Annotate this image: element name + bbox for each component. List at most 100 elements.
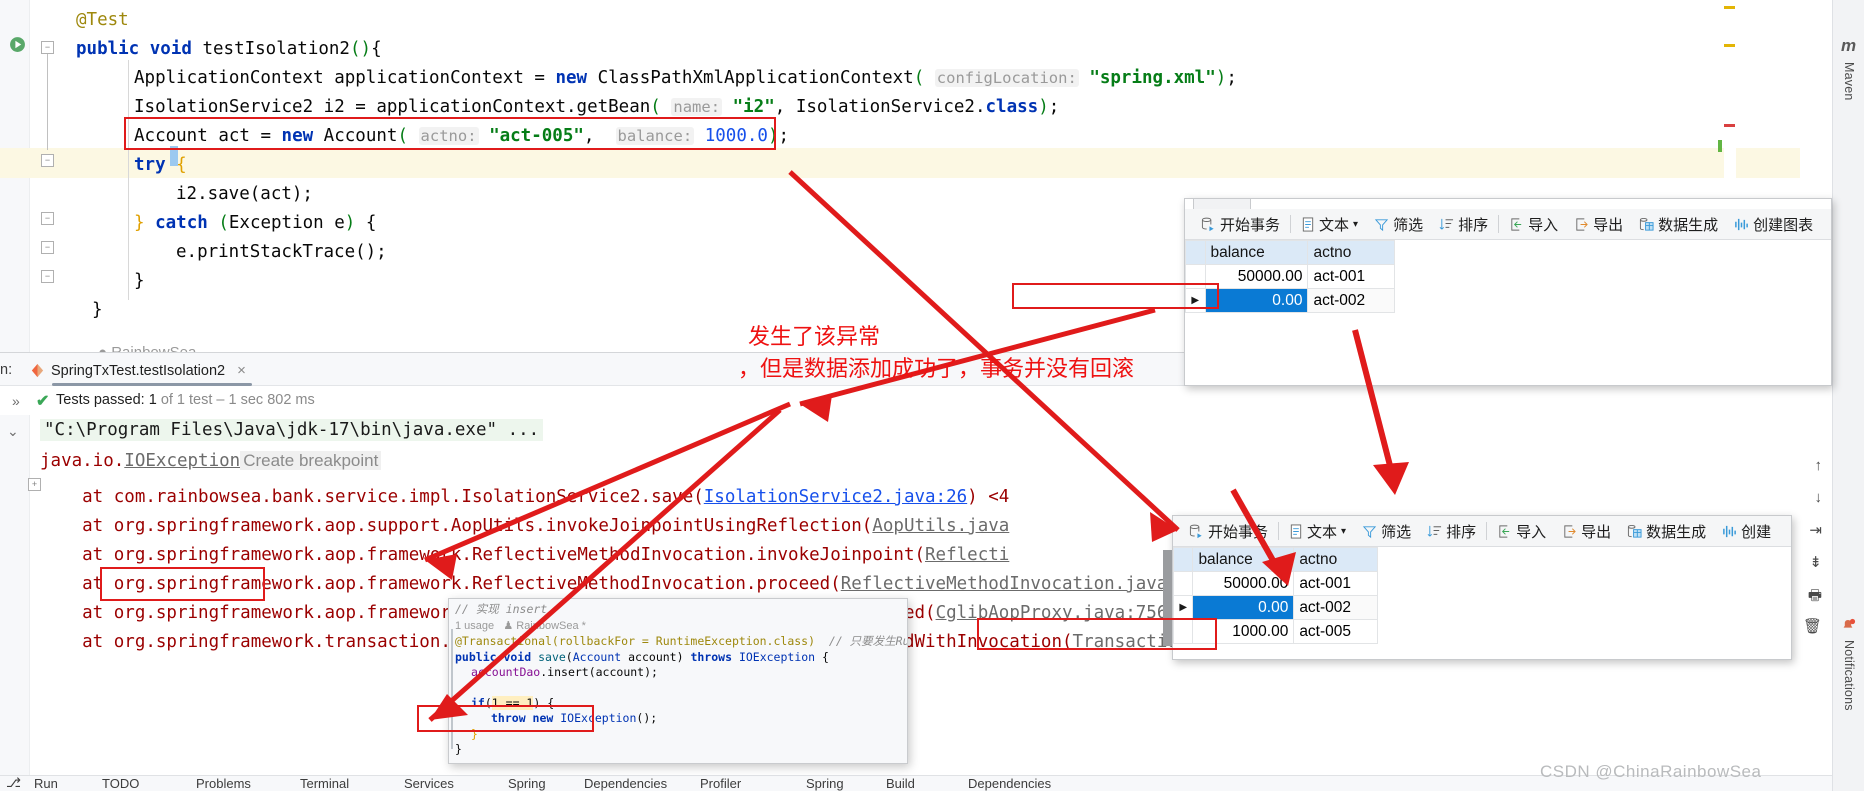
export-icon <box>1576 217 1588 231</box>
git-icon[interactable]: ⎇ <box>6 776 21 791</box>
db-header-row-bottom: balance actno <box>1172 547 1378 572</box>
close-icon[interactable]: × <box>237 362 246 379</box>
cell-actno[interactable]: act-002 <box>1293 595 1378 620</box>
scroll-up-icon[interactable]: ↑ <box>1815 457 1823 474</box>
column-header-balance-bottom[interactable]: balance <box>1192 547 1295 572</box>
tests-passed-label: Tests passed: <box>56 392 145 408</box>
bottom-tab-spring[interactable]: Spring <box>508 776 546 791</box>
bottom-tab-todo[interactable]: TODO <box>102 776 139 791</box>
usage-count-label[interactable]: 1 usage <box>455 620 494 632</box>
cell-balance[interactable]: 50000.00 <box>1192 571 1295 596</box>
bottom-tab-build[interactable]: Build <box>886 776 915 791</box>
bottom-tab-spring-2[interactable]: Spring <box>806 776 844 791</box>
db-data-generate-button-bottom[interactable]: 数据生成 <box>1619 521 1714 542</box>
db-start-transaction-button-bottom[interactable]: 开始事务 <box>1181 521 1276 542</box>
db-import-button-bottom[interactable]: 导入 <box>1489 521 1554 542</box>
db-toolbar-bottom[interactable]: 开始事务 文本 ▾ 筛选 排序 导入 导出 数据生成 创建 <box>1173 516 1791 547</box>
notifications-label[interactable]: Notifications <box>1842 640 1856 711</box>
fold-marker[interactable]: − <box>41 154 54 167</box>
db-export-button-bottom[interactable]: 导出 <box>1554 521 1619 542</box>
code-line-10[interactable]: } <box>134 271 145 291</box>
code-line-11[interactable]: } <box>92 300 103 320</box>
frame-link[interactable]: ReflectiveMethodInvocation.java:163 <box>841 574 1210 594</box>
column-header-actno-bottom[interactable]: actno <box>1293 547 1378 572</box>
db-sort-button-bottom[interactable]: 排序 <box>1419 521 1484 542</box>
db-text-button-top[interactable]: 文本 ▾ <box>1293 214 1366 235</box>
toolbar-separator <box>1278 522 1280 540</box>
table-row[interactable]: ▶ 0.00 act-002 <box>1172 595 1378 620</box>
soft-wrap-icon[interactable]: ⇥ <box>1809 521 1822 539</box>
fold-marker[interactable]: − <box>41 41 54 54</box>
db-create-chart-button-top[interactable]: 创建图表 <box>1726 214 1821 235</box>
chevron-down-icon[interactable]: ▾ <box>1353 219 1358 230</box>
db-start-transaction-button-top[interactable]: 开始事务 <box>1193 214 1288 235</box>
code-line-2[interactable]: public void testIsolation2(){ <box>76 39 382 59</box>
chevron-down-icon[interactable]: ▾ <box>1341 526 1346 537</box>
column-header-balance-top[interactable]: balance <box>1204 240 1309 265</box>
code-line-7[interactable]: i2.save(act); <box>176 184 313 204</box>
bottom-tab-problems[interactable]: Problems <box>196 776 251 791</box>
database-result-panel-bottom[interactable]: 开始事务 文本 ▾ 筛选 排序 导入 导出 数据生成 创建 balance ac… <box>1163 515 1792 660</box>
method-name: testIsolation2 <box>202 39 350 59</box>
text-icon <box>1290 523 1302 539</box>
cell-actno[interactable]: act-005 <box>1293 619 1378 644</box>
bottom-tab-dependencies-2[interactable]: Dependencies <box>968 776 1051 791</box>
error-mark[interactable] <box>1724 124 1735 127</box>
cell-actno[interactable]: act-001 <box>1307 264 1395 289</box>
db-create-chart-button-bottom[interactable]: 创建 <box>1714 521 1779 542</box>
bell-icon[interactable] <box>1840 618 1856 634</box>
code-line-8[interactable]: } catch (Exception e) { <box>134 213 376 233</box>
db-export-button-top[interactable]: 导出 <box>1566 214 1631 235</box>
expand-chevron-icon[interactable]: » <box>12 393 20 409</box>
table-row[interactable]: 50000.00 act-001 <box>1172 571 1378 596</box>
fold-marker[interactable]: − <box>41 241 54 254</box>
warning-mark[interactable] <box>1724 44 1735 47</box>
cell-balance[interactable]: 0.00 <box>1204 288 1309 313</box>
db-import-button-top[interactable]: 导入 <box>1501 214 1566 235</box>
fold-marker[interactable]: − <box>41 212 54 225</box>
bottom-tab-dependencies[interactable]: Dependencies <box>584 776 667 791</box>
bottom-tab-run[interactable]: Run <box>34 776 58 791</box>
cell-balance[interactable]: 0.00 <box>1192 595 1295 620</box>
right-tool-strip[interactable]: m Maven Notifications <box>1832 0 1864 791</box>
fold-marker[interactable]: − <box>41 270 54 283</box>
db-toolbar-top[interactable]: 开始事务 文本 ▾ 筛选 排序 导入 导出 数据生成 创建图表 <box>1185 209 1831 240</box>
cell-actno[interactable]: act-001 <box>1293 571 1378 596</box>
code-preview-tooltip[interactable]: // 实现 insert 1 usage ♟ RainbowSea * @Tra… <box>448 598 908 764</box>
db-data-generate-button-top[interactable]: 数据生成 <box>1631 214 1726 235</box>
db-sort-button-top[interactable]: 排序 <box>1431 214 1496 235</box>
maven-icon[interactable]: m <box>1841 36 1856 56</box>
trash-icon[interactable]: 🗑 <box>1803 617 1822 635</box>
scroll-to-end-icon[interactable]: ⇟ <box>1809 553 1822 571</box>
exception-class-link[interactable]: IOException <box>124 451 240 471</box>
bottom-tab-profiler[interactable]: Profiler <box>700 776 741 791</box>
db-filter-button-top[interactable]: 筛选 <box>1366 214 1431 235</box>
warning-mark[interactable] <box>1724 6 1735 9</box>
current-line-highlight <box>0 148 1800 178</box>
maven-label[interactable]: Maven <box>1842 62 1856 101</box>
tab-springtxtest-testisolation2[interactable]: SpringTxTest.testIsolation2 × <box>24 357 254 384</box>
frame-link[interactable]: Reflecti <box>925 545 1009 565</box>
code-line-3[interactable]: ApplicationContext applicationContext = … <box>134 68 1237 88</box>
frame-link[interactable]: AopUtils.java <box>872 516 1009 536</box>
code-line-6[interactable]: try { <box>134 155 187 175</box>
run-test-icon[interactable] <box>9 36 26 53</box>
db-filter-button-bottom[interactable]: 筛选 <box>1354 521 1419 542</box>
cell-actno[interactable]: act-002 <box>1307 288 1395 313</box>
bottom-tab-terminal[interactable]: Terminal <box>300 776 349 791</box>
frame-link[interactable]: IsolationService2.java:26 <box>704 487 967 507</box>
test-status-row: » ✔ Tests passed: 1 of 1 test – 1 sec 80… <box>0 386 1832 415</box>
db-text-button-bottom[interactable]: 文本 ▾ <box>1281 521 1354 542</box>
database-result-panel-top[interactable]: 开始事务 文本 ▾ 筛选 排序 导入 导出 数据生成 创建图表 balance … <box>1184 198 1832 386</box>
code-line-4[interactable]: IsolationService2 i2 = applicationContex… <box>134 97 1059 117</box>
column-header-actno-top[interactable]: actno <box>1307 240 1395 265</box>
code-line-1[interactable]: @Test <box>76 10 129 30</box>
create-breakpoint-label[interactable]: Create breakpoint <box>240 451 382 470</box>
scroll-down-icon[interactable]: ↓ <box>1815 489 1823 506</box>
cell-balance[interactable]: 50000.00 <box>1204 264 1309 289</box>
print-icon[interactable]: 🖶 <box>1808 585 1822 610</box>
sort-icon <box>1427 525 1442 537</box>
bottom-tab-services[interactable]: Services <box>404 776 454 791</box>
collapse-chevron-icon[interactable]: ⌄ <box>7 423 19 440</box>
code-line-9[interactable]: e.printStackTrace(); <box>176 242 387 262</box>
